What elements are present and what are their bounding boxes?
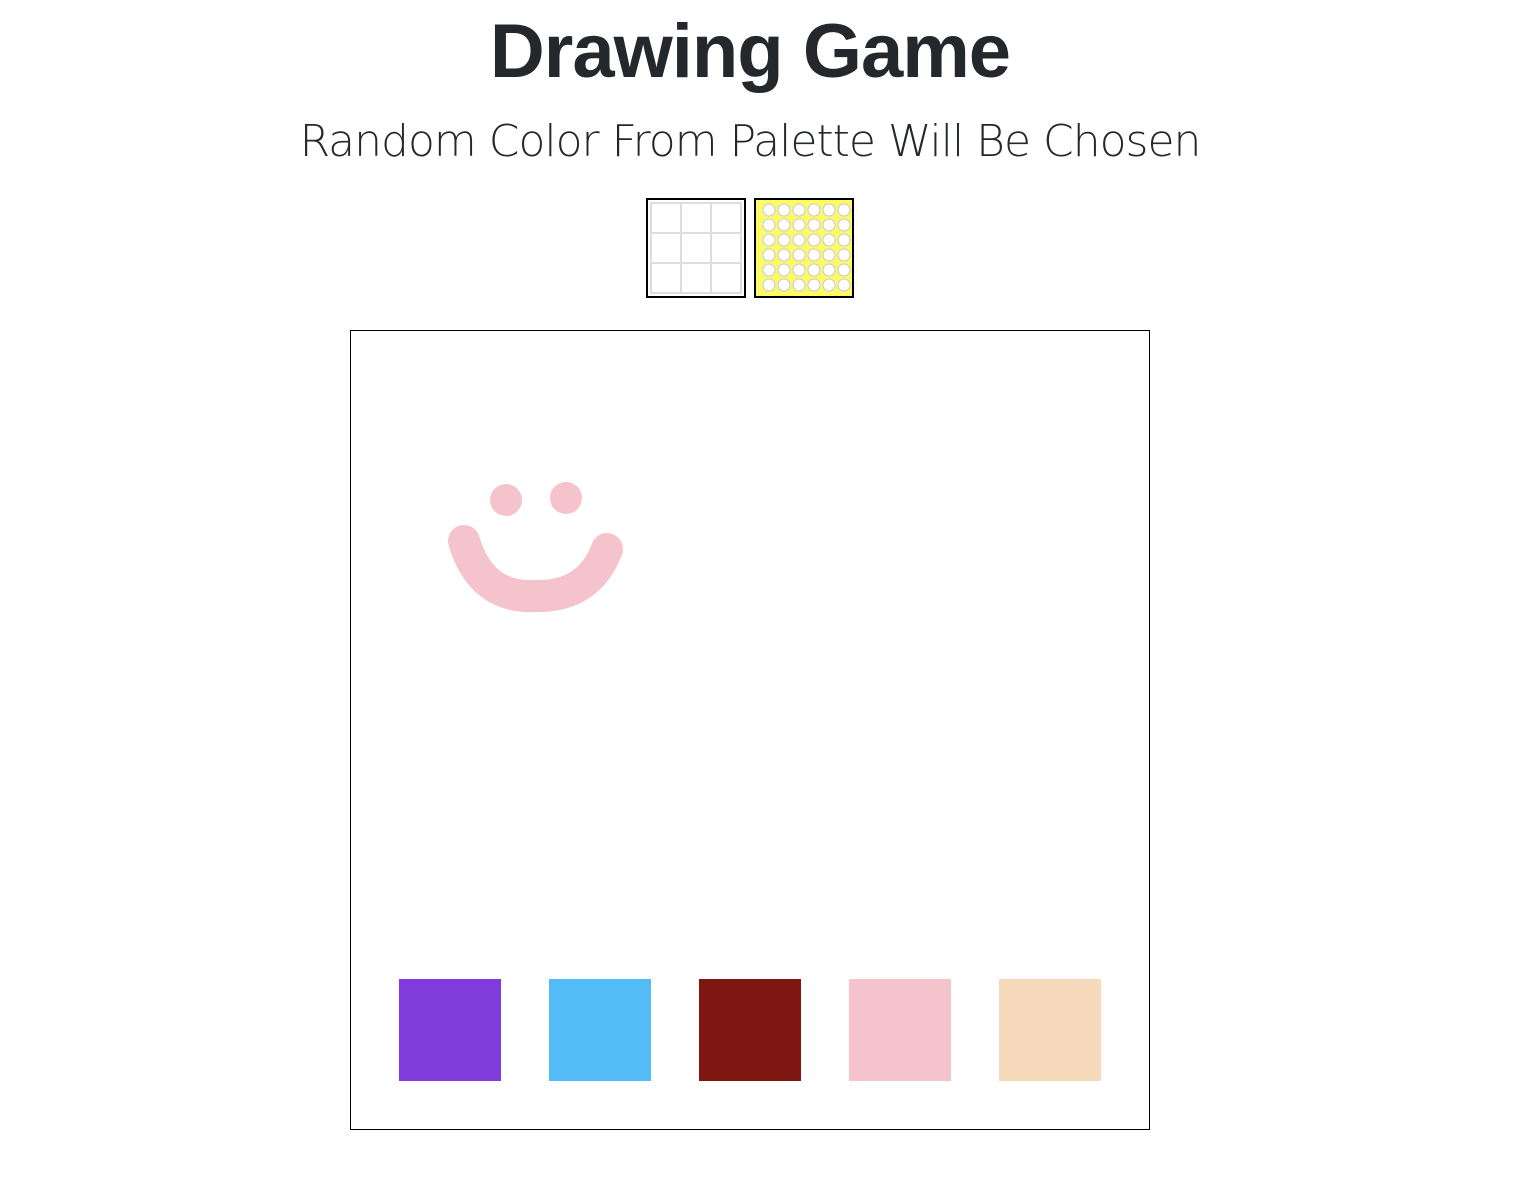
pattern-dot: [792, 203, 806, 217]
pattern-dot: [807, 263, 821, 277]
palette-swatch-peach[interactable]: [999, 979, 1101, 1081]
smiley-left-eye: [490, 484, 522, 516]
dot-pattern-icon: [762, 203, 851, 292]
pattern-dot: [762, 233, 776, 247]
palette-swatch-pink[interactable]: [849, 979, 951, 1081]
grid-pattern-icon: [650, 202, 742, 294]
pattern-dot: [762, 218, 776, 232]
page-subtitle: Random Color From Palette Will Be Chosen: [299, 116, 1202, 167]
palette-swatch-light-blue[interactable]: [549, 979, 651, 1081]
pattern-dot: [837, 278, 851, 292]
pattern-dot: [807, 248, 821, 262]
pattern-dot: [822, 218, 836, 232]
pattern-dot: [837, 203, 851, 217]
pattern-dot: [807, 218, 821, 232]
pattern-dot: [837, 218, 851, 232]
palette-swatch-purple[interactable]: [399, 979, 501, 1081]
pattern-dot: [837, 233, 851, 247]
pattern-dot: [807, 203, 821, 217]
pattern-dot: [822, 203, 836, 217]
dots-mode-button[interactable]: [754, 198, 854, 298]
pattern-dot: [762, 278, 776, 292]
page-title: Drawing Game: [489, 9, 1011, 94]
pattern-dot: [807, 233, 821, 247]
pattern-dot: [777, 263, 791, 277]
pattern-dot: [777, 278, 791, 292]
drawing-game-page: Drawing Game Random Color From Palette W…: [0, 0, 1524, 1204]
pattern-dot: [822, 248, 836, 262]
pattern-dot: [837, 263, 851, 277]
pattern-dot: [792, 263, 806, 277]
smiley-right-eye: [550, 482, 582, 514]
pattern-dot: [777, 248, 791, 262]
pattern-dot: [837, 248, 851, 262]
pattern-dot: [822, 263, 836, 277]
pattern-dot: [822, 278, 836, 292]
pattern-dot: [777, 233, 791, 247]
pattern-dot: [777, 218, 791, 232]
palette-swatch-dark-red[interactable]: [699, 979, 801, 1081]
pattern-dot: [807, 278, 821, 292]
pattern-dot: [762, 248, 776, 262]
pattern-dot: [762, 203, 776, 217]
drawing-canvas[interactable]: [350, 330, 1150, 1130]
pattern-dot: [792, 218, 806, 232]
pattern-dot: [792, 233, 806, 247]
grid-mode-button[interactable]: [646, 198, 746, 298]
pattern-dot: [792, 278, 806, 292]
pattern-dot: [792, 248, 806, 262]
pattern-dot: [822, 233, 836, 247]
pattern-dot: [777, 203, 791, 217]
smiley-mouth: [448, 525, 623, 613]
pattern-dot: [762, 263, 776, 277]
